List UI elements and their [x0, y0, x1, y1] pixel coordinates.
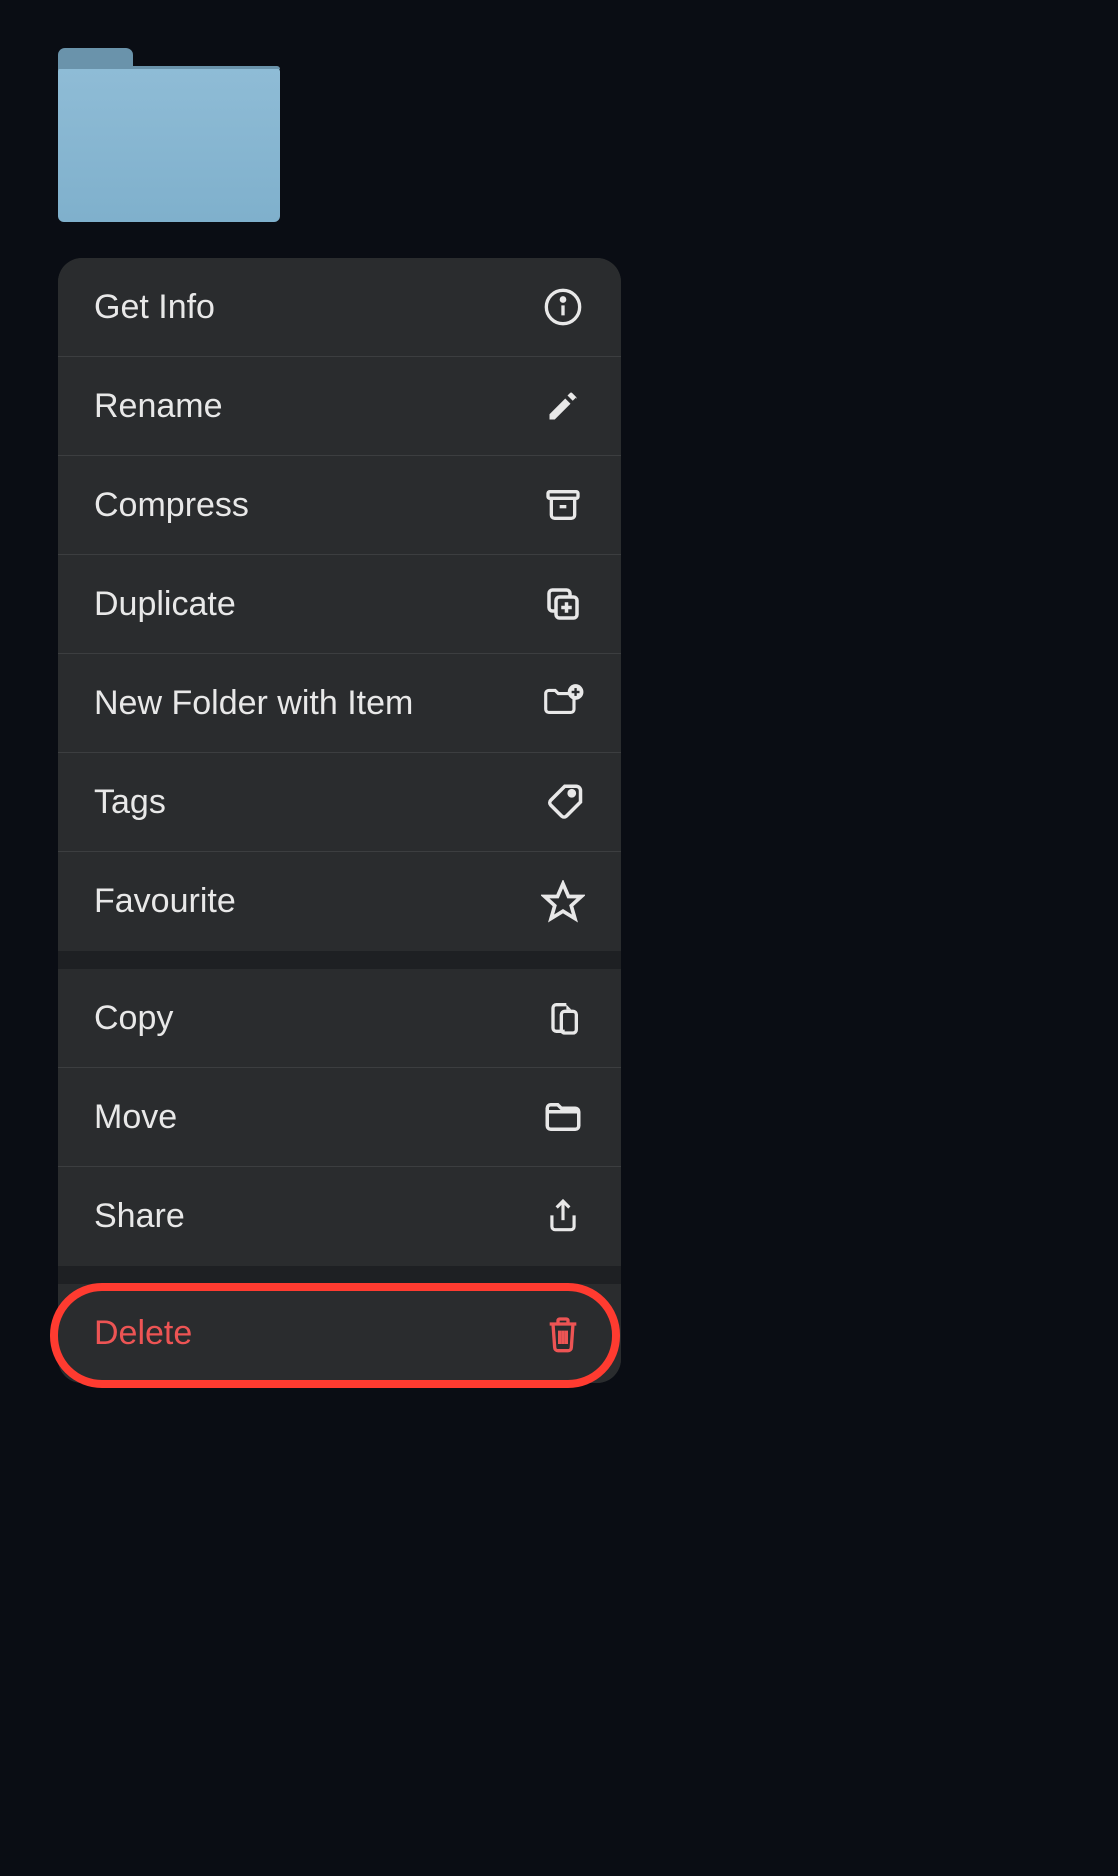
menu-item-label: Move: [94, 1098, 177, 1137]
menu-item-copy[interactable]: Copy: [58, 969, 621, 1068]
menu-item-label: Get Info: [94, 288, 215, 327]
menu-item-new-folder-with-item[interactable]: New Folder with Item: [58, 654, 621, 753]
menu-item-move[interactable]: Move: [58, 1068, 621, 1167]
menu-item-label: Delete: [94, 1314, 192, 1353]
folder-plus-icon: [541, 681, 585, 725]
folder-icon[interactable]: [58, 48, 280, 223]
duplicate-icon: [541, 582, 585, 626]
menu-item-favourite[interactable]: Favourite: [58, 852, 621, 951]
menu-item-rename[interactable]: Rename: [58, 357, 621, 456]
menu-item-label: Tags: [94, 783, 166, 822]
menu-item-get-info[interactable]: Get Info: [58, 258, 621, 357]
copy-icon: [541, 996, 585, 1040]
pencil-icon: [541, 384, 585, 428]
menu-item-delete[interactable]: Delete: [58, 1284, 621, 1383]
menu-item-label: Share: [94, 1197, 185, 1236]
share-icon: [541, 1195, 585, 1239]
menu-item-share[interactable]: Share: [58, 1167, 621, 1266]
menu-item-label: Rename: [94, 387, 223, 426]
menu-item-label: Copy: [94, 999, 173, 1038]
trash-icon: [541, 1312, 585, 1356]
menu-item-tags[interactable]: Tags: [58, 753, 621, 852]
menu-separator: [58, 1266, 621, 1284]
context-menu: Get Info Rename Compress: [58, 258, 621, 1383]
menu-item-label: Favourite: [94, 882, 236, 921]
menu-item-label: New Folder with Item: [94, 684, 413, 723]
folder-icon: [541, 1095, 585, 1139]
menu-item-label: Duplicate: [94, 585, 236, 624]
menu-separator: [58, 951, 621, 969]
menu-item-compress[interactable]: Compress: [58, 456, 621, 555]
tag-icon: [541, 780, 585, 824]
star-icon: [541, 880, 585, 924]
info-icon: [541, 285, 585, 329]
archive-icon: [541, 483, 585, 527]
menu-item-duplicate[interactable]: Duplicate: [58, 555, 621, 654]
menu-item-label: Compress: [94, 486, 249, 525]
